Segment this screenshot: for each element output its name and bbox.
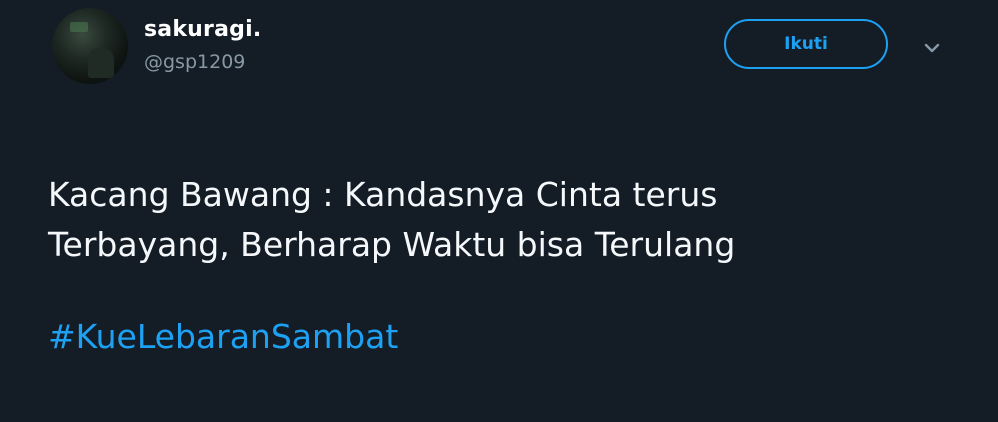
chevron-down-icon: [924, 43, 940, 53]
tweet-menu-button[interactable]: [918, 34, 946, 62]
tweet-text-line: Kacang Bawang : Kandasnya Cinta terus: [48, 175, 718, 214]
tweet-text-line: Terbayang, Berharap Waktu bisa Terulang: [48, 225, 736, 264]
tweet-text: Kacang Bawang : Kandasnya Cinta terus Te…: [48, 170, 948, 270]
tweet-author: sakuragi. @gsp1209: [144, 16, 261, 76]
hashtag-link[interactable]: #KueLebaranSambat: [48, 312, 398, 362]
tweet-card: sakuragi. @gsp1209 Ikuti Kacang Bawang :…: [0, 0, 998, 422]
follow-button[interactable]: Ikuti: [724, 19, 888, 69]
avatar[interactable]: [52, 8, 128, 84]
author-handle[interactable]: @gsp1209: [144, 48, 261, 76]
author-display-name[interactable]: sakuragi.: [144, 16, 261, 44]
follow-button-label: Ikuti: [784, 34, 828, 54]
